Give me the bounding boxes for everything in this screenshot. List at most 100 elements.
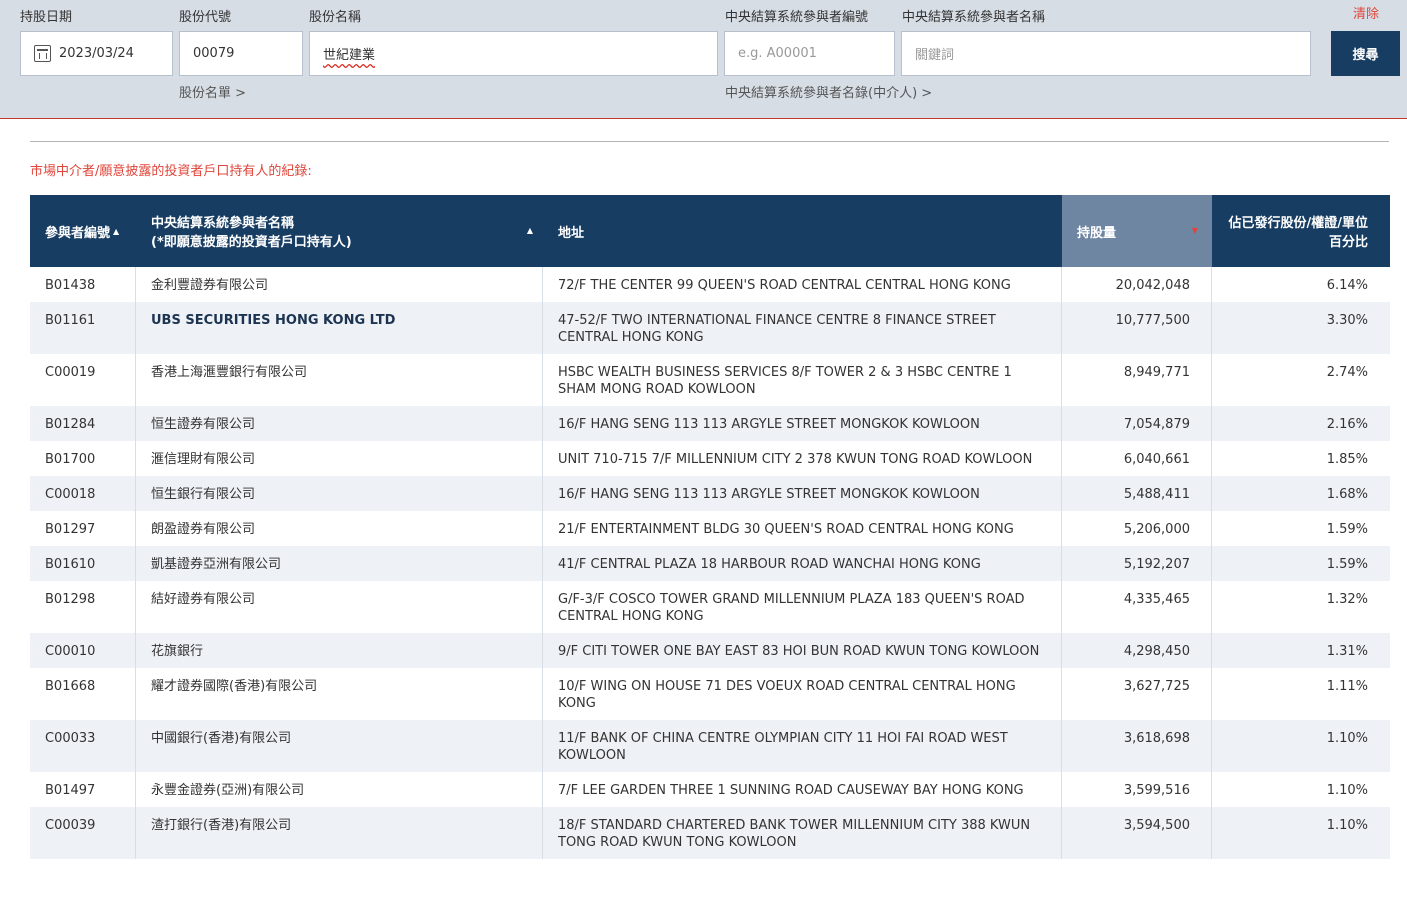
participant-id-cell: C00033 [30,720,136,772]
participant-id-cell: B01298 [30,581,136,633]
address-cell: 72/F THE CENTER 99 QUEEN'S ROAD CENTRAL … [543,267,1062,302]
table-row: B01297 朗盈證券有限公司 21/F ENTERTAINMENT BLDG 30… [30,511,1390,546]
divider [30,141,1389,142]
table-row: B01700 滙信理財有限公司 UNIT 710-715 7/F MILLENNIU… [30,441,1390,476]
percent-cell: 1.10% [1326,818,1368,833]
sort-down-icon: ▼ [1191,226,1198,235]
address-cell: 9/F CITI TOWER ONE BAY EAST 83 HOI BUN R… [543,633,1062,668]
stock-code-value: 00079 [193,46,235,61]
shareholding-date-label: 持股日期 [20,10,73,25]
column-header-participant-name[interactable]: 中央結算系統參與者名稱 (*即願意披露的投資者戶口持有人) ▲ [136,195,543,267]
participant-name-label: 中央結算系統參與者名稱 [902,10,1046,25]
table-row: B01438 金利豐證券有限公司 72/F THE CENTER 99 QUEEN'… [30,267,1390,302]
participant-name-cell: 耀才證券國際(香港)有限公司 [136,668,543,720]
participant-id-label: 中央結算系統參與者編號 [725,10,869,25]
participant-id-cell: C00019 [30,354,136,406]
participant-name-cell: 凱基證券亞洲有限公司 [136,546,543,581]
participant-id-cell: B01161 [30,302,136,354]
percent-cell: 6.14% [1326,278,1368,293]
percent-cell: 1.59% [1326,522,1368,537]
address-cell: 41/F CENTRAL PLAZA 18 HARBOUR ROAD WANCH… [543,546,1062,581]
participant-id-cell: B01700 [30,441,136,476]
participant-id-cell: C00018 [30,476,136,511]
stock-name-input[interactable]: 世紀建業 [309,31,718,76]
participant-id-placeholder: e.g. A00001 [738,46,817,61]
shareholding-cell: 5,192,207 [1062,546,1212,581]
participant-name-cell: UBS SECURITIES HONG KONG LTD [136,302,543,354]
column-header-percent[interactable]: 佔已發行股份/權證/單位百分比 [1212,195,1389,267]
table-row: C00039 渣打銀行(香港)有限公司 18/F STANDARD CHARTERE… [30,807,1390,859]
table-row: B01497 永豐金證券(亞洲)有限公司 7/F LEE GARDEN THREE … [30,772,1390,807]
shareholding-cell: 4,298,450 [1062,633,1212,668]
percent-cell: 1.85% [1326,452,1368,467]
shareholding-cell: 4,335,465 [1062,581,1212,633]
participant-id-cell: C00010 [30,633,136,668]
percent-cell: 1.59% [1326,557,1368,572]
shareholding-cell: 5,206,000 [1062,511,1212,546]
column-header-participant-name-label: 中央結算系統參與者名稱 (*即願意披露的投資者戶口持有人) [151,212,352,250]
shareholding-cell: 3,599,516 [1062,772,1212,807]
participant-name-cell: 金利豐證券有限公司 [136,267,543,302]
participant-id-cell: B01438 [30,267,136,302]
percent-cell: 2.16% [1326,417,1368,432]
participant-id-cell: C00039 [30,807,136,859]
search-button[interactable]: 搜尋 [1331,31,1400,76]
search-bar: 持股日期 股份代號 股份名稱 中央結算系統參與者編號 中央結算系統參與者名稱 清… [0,0,1407,119]
section-title: 市場中介者/願意披露的投資者戶口持有人的紀錄: [30,164,312,179]
address-cell: 18/F STANDARD CHARTERED BANK TOWER MILLE… [543,807,1062,859]
table-body: B01438 金利豐證券有限公司 72/F THE CENTER 99 QUEEN'… [30,267,1390,859]
stock-code-input[interactable]: 00079 [179,31,303,76]
address-cell: 21/F ENTERTAINMENT BLDG 30 QUEEN'S ROAD … [543,511,1062,546]
address-cell: 47-52/F TWO INTERNATIONAL FINANCE CENTRE… [543,302,1062,354]
participant-name-cell: 恒生證券有限公司 [136,406,543,441]
shareholding-cell: 8,949,771 [1062,354,1212,406]
percent-cell: 1.68% [1326,487,1368,502]
holdings-table: 參與者編號 ▲ 中央結算系統參與者名稱 (*即願意披露的投資者戶口持有人) ▲ 地… [30,195,1390,859]
participant-id-cell: B01297 [30,511,136,546]
sort-up-icon: ▲ [526,226,533,235]
clear-button[interactable]: 清除 [1353,3,1379,22]
percent-cell: 2.74% [1326,365,1368,380]
address-cell: 7/F LEE GARDEN THREE 1 SUNNING ROAD CAUS… [543,772,1062,807]
participant-id-cell: B01284 [30,406,136,441]
address-cell: G/F-3/F COSCO TOWER GRAND MILLENNIUM PLA… [543,581,1062,633]
participant-name-cell: 恒生銀行有限公司 [136,476,543,511]
table-row: C00018 恒生銀行有限公司 16/F HANG SENG 113 113 ARG… [30,476,1390,511]
stock-code-label: 股份代號 [179,10,232,25]
column-header-shareholding-label: 持股量 [1077,225,1117,241]
participant-list-link[interactable]: 中央結算系統參與者名錄(中介人) > [725,82,932,101]
shareholding-cell: 3,618,698 [1062,720,1212,772]
participant-name-cell: 滙信理財有限公司 [136,441,543,476]
table-row: C00010 花旗銀行 9/F CITI TOWER ONE BAY EAST 83… [30,633,1390,668]
shareholding-cell: 7,054,879 [1062,406,1212,441]
percent-cell: 1.11% [1326,679,1368,694]
participant-name-cell: 結好證券有限公司 [136,581,543,633]
column-header-percent-label: 佔已發行股份/權證/單位百分比 [1228,216,1369,250]
column-header-participant-id-label: 參與者編號 [45,225,111,241]
table-row: B01668 耀才證券國際(香港)有限公司 10/F WING ON HOUSE 7… [30,668,1390,720]
participant-name-cell: 香港上海滙豐銀行有限公司 [136,354,543,406]
participant-id-input[interactable]: e.g. A00001 [724,31,895,76]
column-header-name-line2: (*即願意披露的投資者戶口持有人) [151,235,352,250]
table-header: 參與者編號 ▲ 中央結算系統參與者名稱 (*即願意披露的投資者戶口持有人) ▲ 地… [30,195,1390,267]
stock-list-link[interactable]: 股份名單 > [179,82,246,101]
shareholding-cell: 20,042,048 [1062,267,1212,302]
percent-cell: 1.31% [1326,644,1368,659]
shareholding-cell: 5,488,411 [1062,476,1212,511]
address-cell: 16/F HANG SENG 113 113 ARGYLE STREET MON… [543,476,1062,511]
column-header-name-line1: 中央結算系統參與者名稱 [151,216,295,231]
address-cell: 11/F BANK OF CHINA CENTRE OLYMPIAN CITY … [543,720,1062,772]
shareholding-cell: 6,040,661 [1062,441,1212,476]
table-row: C00033 中國銀行(香港)有限公司 11/F BANK OF CHINA CEN… [30,720,1390,772]
calendar-icon[interactable] [34,45,51,62]
address-cell: 10/F WING ON HOUSE 71 DES VOEUX ROAD CEN… [543,668,1062,720]
shareholding-date-input[interactable]: 2023/03/24 [20,31,173,76]
column-header-shareholding[interactable]: 持股量 ▼ [1062,195,1212,267]
column-header-participant-id[interactable]: 參與者編號 ▲ [30,195,136,267]
participant-name-cell: 渣打銀行(香港)有限公司 [136,807,543,859]
address-cell: UNIT 710-715 7/F MILLENNIUM CITY 2 378 K… [543,441,1062,476]
shareholding-cell: 10,777,500 [1062,302,1212,354]
participant-name-input[interactable]: 關鍵詞 [901,31,1311,76]
address-cell: 16/F HANG SENG 113 113 ARGYLE STREET MON… [543,406,1062,441]
stock-name-label: 股份名稱 [309,10,362,25]
